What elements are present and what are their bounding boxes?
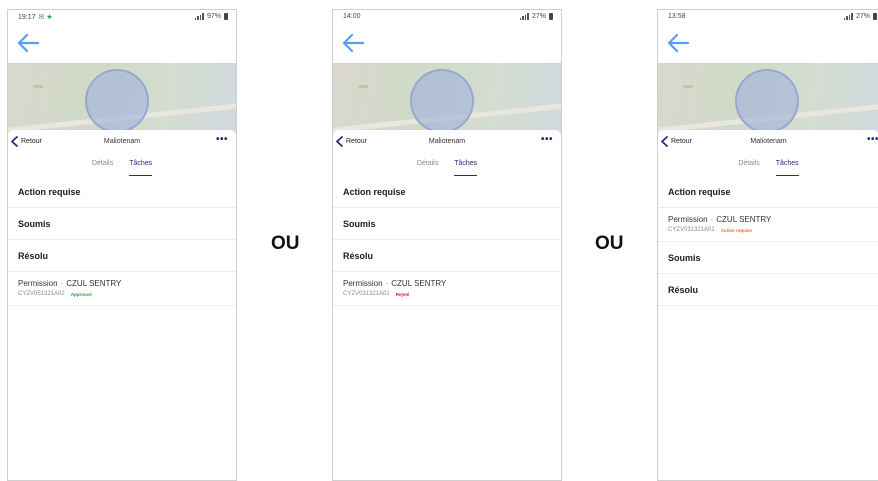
map-preview	[658, 63, 878, 138]
top-nav	[658, 27, 878, 63]
retour-label: Retour	[21, 138, 43, 145]
status-time: 19:17	[18, 13, 36, 21]
status-badge: Rejeté	[395, 291, 410, 297]
status-badge: Action requise	[720, 227, 752, 233]
task-item[interactable]: Permission · CZUL SENTRY CYZV051321A02 App…	[8, 272, 236, 306]
task-org: CZUL SENTRY	[66, 279, 122, 288]
top-nav	[333, 27, 561, 63]
back-arrow-icon[interactable]	[341, 33, 365, 53]
task-org: CZUL SENTRY	[716, 215, 772, 224]
status-bar: 19:17 ✉ ★ 97%	[8, 10, 236, 27]
map-preview	[333, 63, 561, 138]
sheet-header: Retour Maliotenam •••	[658, 130, 878, 154]
task-org: CZUL SENTRY	[391, 279, 447, 288]
site-title: Maliotenam	[750, 138, 787, 145]
section-resolu[interactable]: Résolu	[333, 240, 561, 272]
section-soumis[interactable]: Soumis	[333, 208, 561, 240]
wifi-icon	[519, 13, 529, 20]
task-title: Permission	[343, 279, 383, 288]
chevron-left-icon	[11, 136, 18, 147]
section-soumis[interactable]: Soumis	[8, 208, 236, 240]
phone-screen-action-required: 13:58 27% Retour Maliotenam ••• Détails …	[657, 9, 878, 481]
signal-icon	[194, 13, 204, 20]
tab-taches[interactable]: Tâches	[775, 160, 799, 176]
site-title: Maliotenam	[428, 138, 466, 145]
chevron-left-icon	[336, 136, 343, 147]
task-title: Permission	[18, 279, 58, 288]
bottom-sheet: Retour Maliotenam ••• Détails Tâches Act…	[333, 130, 561, 306]
battery-icon	[549, 13, 553, 20]
tab-taches[interactable]: Tâches	[129, 160, 153, 176]
section-resolu[interactable]: Résolu	[658, 274, 878, 306]
battery-icon	[873, 13, 877, 20]
status-time: 13:58	[668, 13, 686, 20]
section-action-requise[interactable]: Action requise	[333, 176, 561, 208]
ou-separator: OU	[271, 233, 300, 254]
status-bar: 13:58 27%	[658, 10, 878, 27]
battery-percent: 27%	[855, 13, 870, 20]
area-circle	[85, 69, 149, 133]
status-time: 14:00	[343, 13, 361, 20]
task-code: CYZV031321A01	[343, 291, 390, 297]
retour-label: Retour	[346, 138, 368, 145]
task-item[interactable]: Permission · CZUL SENTRY CYZV031321A01 Act…	[658, 208, 878, 242]
site-title: Maliotenam	[103, 138, 141, 145]
wifi-icon	[843, 13, 853, 20]
retour-label: Retour	[671, 138, 693, 145]
area-circle	[735, 69, 799, 133]
tab-details[interactable]: Détails	[92, 160, 113, 176]
back-arrow-icon[interactable]	[666, 33, 690, 53]
back-arrow-icon[interactable]	[16, 33, 40, 53]
retour-button[interactable]: Retour	[335, 136, 367, 147]
tab-taches[interactable]: Tâches	[454, 160, 478, 176]
section-action-requise[interactable]: Action requise	[8, 176, 236, 208]
retour-button[interactable]: Retour	[10, 136, 42, 147]
task-code: CYZV051321A02	[18, 291, 65, 297]
task-item[interactable]: Permission · CZUL SENTRY CYZV031321A01 Rej…	[333, 272, 561, 306]
section-action-requise[interactable]: Action requise	[658, 176, 878, 208]
sheet-header: Retour Maliotenam •••	[8, 130, 236, 154]
chevron-left-icon	[661, 136, 668, 147]
retour-button[interactable]: Retour	[660, 136, 692, 147]
notification-icons: ✉ ★	[38, 14, 53, 21]
map-marker	[358, 85, 368, 88]
sheet-header: Retour Maliotenam •••	[333, 130, 561, 154]
bottom-sheet: Retour Maliotenam ••• Détails Tâches Act…	[8, 130, 236, 306]
battery-icon	[224, 13, 228, 20]
tab-details[interactable]: Détails	[417, 160, 438, 176]
task-code: CYZV031321A01	[668, 227, 715, 233]
task-separator: ·	[710, 215, 714, 224]
phone-screen-approved: 19:17 ✉ ★ 97% Retour Maliotenam ••• Déta…	[7, 9, 237, 481]
section-resolu[interactable]: Résolu	[8, 240, 236, 272]
battery-percent: 27%	[531, 13, 546, 20]
task-separator: ·	[385, 279, 389, 288]
phone-screen-rejected: 14:00 27% Retour Maliotenam ••• Détails …	[332, 9, 562, 481]
top-nav	[8, 27, 236, 63]
task-title: Permission	[668, 215, 708, 224]
tab-details[interactable]: Détails	[738, 160, 759, 176]
more-menu-icon[interactable]: •••	[216, 134, 228, 145]
ou-separator: OU	[595, 233, 624, 254]
more-menu-icon[interactable]: •••	[541, 134, 553, 145]
tab-bar: Détails Tâches	[658, 154, 878, 176]
map-marker	[683, 85, 693, 88]
map-marker	[33, 85, 43, 88]
map-preview	[8, 63, 236, 138]
tab-bar: Détails Tâches	[8, 154, 236, 176]
battery-percent: 97%	[206, 13, 221, 20]
bottom-sheet: Retour Maliotenam ••• Détails Tâches Act…	[658, 130, 878, 306]
tab-bar: Détails Tâches	[333, 154, 561, 176]
area-circle	[410, 69, 474, 133]
status-badge: Approuvé	[70, 291, 92, 297]
section-soumis[interactable]: Soumis	[658, 242, 878, 274]
task-separator: ·	[60, 279, 64, 288]
status-bar: 14:00 27%	[333, 10, 561, 27]
more-menu-icon[interactable]: •••	[867, 134, 878, 145]
